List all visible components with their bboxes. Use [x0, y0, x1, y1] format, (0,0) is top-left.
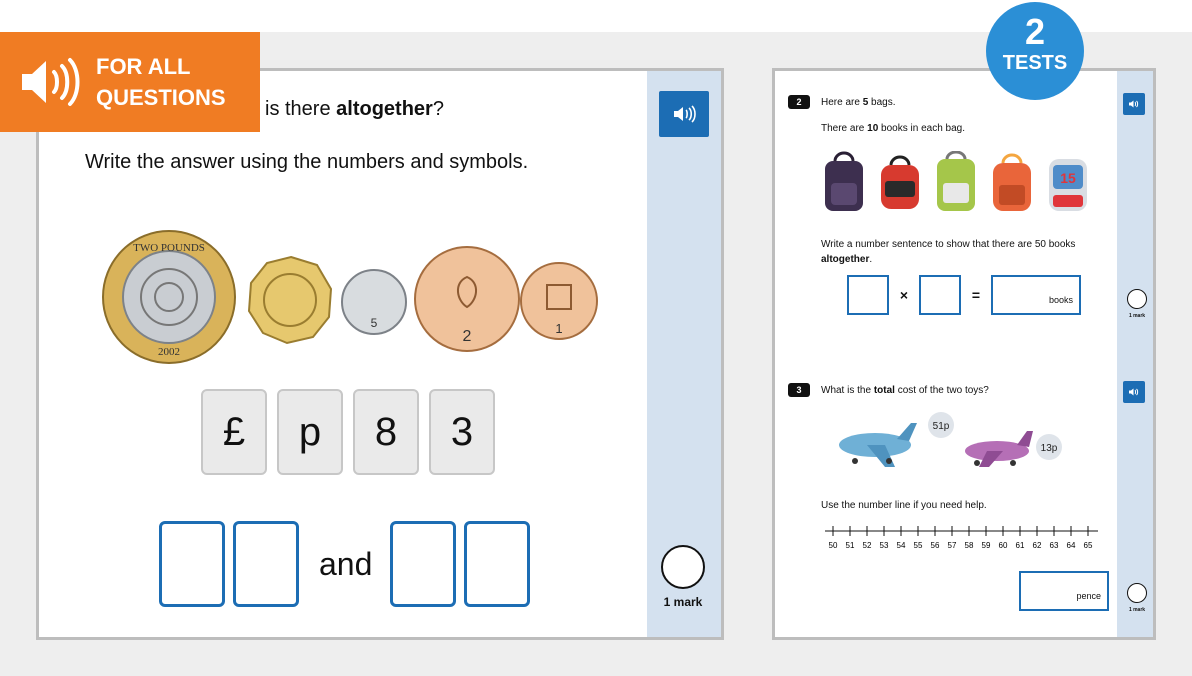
- svg-text:15: 15: [1060, 170, 1076, 186]
- q2-mark-label: 1 mark: [1128, 313, 1146, 319]
- tile-8[interactable]: 8: [353, 389, 419, 475]
- number-line-label: 58: [965, 541, 974, 550]
- number-line-label: 56: [931, 541, 940, 550]
- bags-illustration: 15: [819, 151, 1093, 215]
- question-instruction: Write the answer using the numbers and s…: [85, 151, 529, 173]
- svg-text:51p: 51p: [933, 421, 950, 432]
- mark-label: 1 mark: [663, 595, 703, 609]
- bag-4: [993, 153, 1031, 211]
- question-page-small: 2 Here are 5 bags. There are 10 books in…: [772, 68, 1156, 640]
- pence-answer-box[interactable]: pence: [1019, 571, 1109, 611]
- for-all-questions-banner[interactable]: FOR ALL QUESTIONS: [0, 32, 260, 132]
- svg-text:2002: 2002: [158, 346, 180, 358]
- q3-hint: Use the number line if you need help.: [821, 500, 987, 511]
- number-line-label: 52: [863, 541, 872, 550]
- answer-row: and: [159, 521, 538, 607]
- answer-box-4[interactable]: [464, 521, 531, 607]
- question-title: is there altogether?: [265, 98, 444, 120]
- number-sentence: × = books: [847, 275, 1081, 315]
- equals-sign: =: [971, 287, 981, 303]
- question-number-2: 2: [788, 95, 810, 109]
- number-line-label: 55: [914, 541, 923, 550]
- mark-margin: [1117, 71, 1153, 637]
- number-line-label: 51: [846, 541, 855, 550]
- audio-button[interactable]: [659, 91, 709, 137]
- svg-text:13p: 13p: [1041, 443, 1058, 454]
- q3-mark-label: 1 mark: [1128, 607, 1146, 613]
- toy-plane-purple: 13p: [965, 431, 1062, 467]
- q3-question: What is the total cost of the two toys?: [821, 385, 989, 396]
- speaker-icon: [1129, 100, 1139, 108]
- question-number-3: 3: [788, 383, 810, 397]
- number-line-label: 65: [1084, 541, 1093, 550]
- q2-line-2: There are 10 books in each bag.: [821, 123, 965, 134]
- coin-one-penny: 1: [520, 262, 598, 340]
- books-answer-box[interactable]: books: [991, 275, 1081, 315]
- coin-five-pence: 5: [341, 269, 407, 335]
- books-unit-label: books: [1048, 295, 1073, 305]
- and-label: and: [319, 545, 373, 582]
- coin-two-pounds: TWO POUNDS 2002: [102, 230, 236, 364]
- answer-box-3[interactable]: [390, 521, 457, 607]
- tile-p[interactable]: p: [277, 389, 343, 475]
- sentence-box-1[interactable]: [847, 275, 889, 315]
- coin-one-pound: [247, 255, 333, 345]
- tests-badge: 2 TESTS: [986, 2, 1084, 100]
- bag-2: [881, 155, 919, 209]
- svg-text:5: 5: [371, 316, 378, 330]
- q3-audio-button[interactable]: [1123, 381, 1145, 403]
- tests-count: 2: [1024, 11, 1046, 52]
- number-line-label: 54: [897, 541, 906, 550]
- sentence-box-2[interactable]: [919, 275, 961, 315]
- svg-text:2: 2: [463, 328, 472, 345]
- banner-line-1: FOR ALL: [96, 54, 191, 79]
- bag-5: 15: [1049, 159, 1087, 211]
- tests-label: TESTS: [1002, 52, 1068, 74]
- number-line-label: 63: [1050, 541, 1059, 550]
- number-line-label: 60: [999, 541, 1008, 550]
- svg-text:TWO POUNDS: TWO POUNDS: [133, 242, 205, 254]
- toys-illustration: 51p 13p: [839, 412, 1062, 467]
- number-line-label: 57: [948, 541, 957, 550]
- symbol-tiles: £ p 8 3: [201, 389, 495, 475]
- bag-3: [937, 151, 975, 211]
- q2-instruction: Write a number sentence to show that the…: [821, 239, 1076, 265]
- pence-unit-label: pence: [1076, 591, 1101, 601]
- times-sign: ×: [899, 287, 909, 303]
- number-line-label: 64: [1067, 541, 1076, 550]
- q2-audio-button[interactable]: [1123, 93, 1145, 115]
- q3-mark-circle[interactable]: [1127, 583, 1147, 603]
- number-line-label: 59: [982, 541, 991, 550]
- toy-plane-blue: 51p: [839, 412, 954, 467]
- speaker-icon: [22, 58, 80, 106]
- speaker-icon: [1129, 388, 1139, 396]
- mark-circle[interactable]: [661, 545, 705, 589]
- answer-box-2[interactable]: [233, 521, 299, 607]
- coins-illustration: TWO POUNDS 2002 5 2 1: [102, 230, 598, 364]
- svg-text:1: 1: [555, 321, 562, 336]
- number-line-label: 61: [1016, 541, 1025, 550]
- tile-3[interactable]: 3: [429, 389, 495, 475]
- number-line-label: 50: [829, 541, 838, 550]
- coin-two-pence: 2: [414, 246, 520, 352]
- tile-pound[interactable]: £: [201, 389, 267, 475]
- number-line-label: 62: [1033, 541, 1042, 550]
- number-line: 50 51 52 53 54 55 56 57 58 59 60 61 62 63 64 65: [825, 526, 1098, 550]
- answer-box-1[interactable]: [159, 521, 225, 607]
- number-line-label: 53: [880, 541, 889, 550]
- q2-line-1: Here are 5 bags.: [821, 97, 896, 108]
- speaker-icon: [674, 105, 696, 123]
- banner-line-2: QUESTIONS: [96, 85, 226, 110]
- question-page-large: is there altogether? Write the answer us…: [36, 68, 724, 640]
- q2-mark-circle[interactable]: [1127, 289, 1147, 309]
- bag-1: [825, 151, 863, 211]
